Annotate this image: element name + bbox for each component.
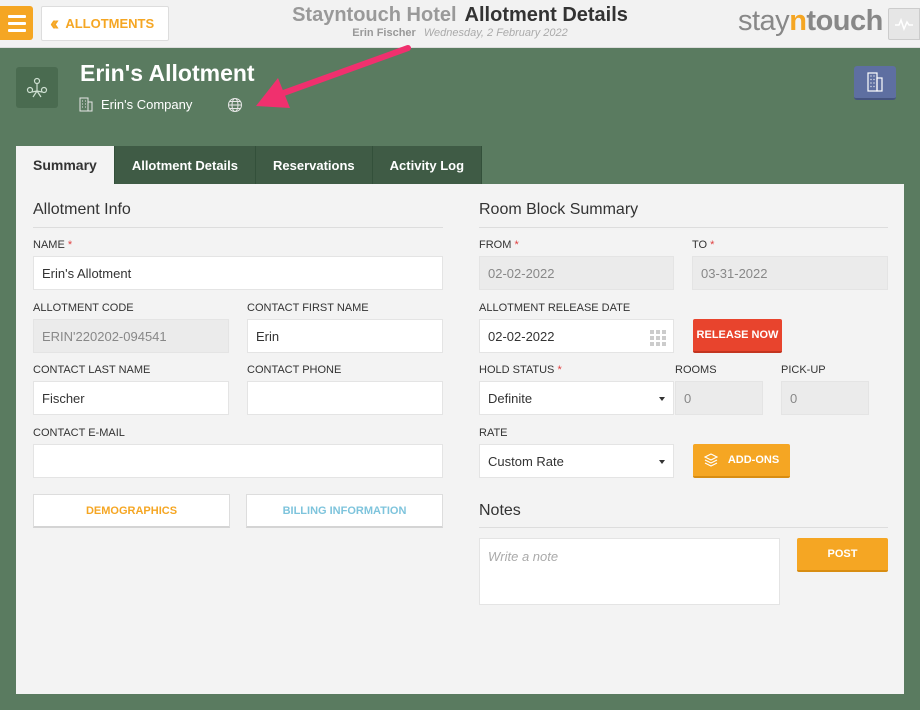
hotel-building-icon [867,72,883,92]
contact-phone-label: CONTACT PHONE [247,364,342,376]
to-label: TO * [692,239,715,251]
hold-status-select[interactable]: Definite [479,381,674,415]
contact-first-name-field[interactable]: Erin [247,319,443,353]
contact-last-name-label: CONTACT LAST NAME [33,364,151,376]
globe-icon[interactable] [227,97,243,113]
billing-information-button[interactable]: BILLING INFORMATION [246,494,443,528]
name-field[interactable]: Erin's Allotment [33,256,443,290]
group-icon [26,77,48,97]
tab-bar: Summary Allotment Details Reservations A… [16,146,483,184]
page-title: Allotment Details [464,4,628,26]
pulse-icon [895,17,913,31]
dropdown-caret-icon [659,397,665,401]
allotment-title: Erin's Allotment [80,60,255,86]
pick-up-field: 0 [781,381,869,415]
company-name: Erin's Company [101,97,193,112]
divider [479,527,888,528]
hotel-name: Stayntouch Hotel [292,4,457,26]
contact-last-name-field[interactable]: Fischer [33,381,229,415]
rate-value: Custom Rate [488,453,564,469]
layers-icon [703,453,718,467]
notes-title: Notes [479,502,521,519]
business-date: Wednesday, 2 February 2022 [423,27,568,39]
rate-label: RATE [479,427,508,439]
tab-activity-log[interactable]: Activity Log [372,146,483,184]
hold-status-label: HOLD STATUS * [479,364,562,376]
summary-panel: Allotment Info NAME * Erin's Allotment A… [16,184,904,694]
top-bar: ‹‹ ALLOTMENTS Stayntouch Hotel Allotment … [0,0,920,48]
double-chevron-left-icon: ‹‹ [50,12,60,35]
demographics-button[interactable]: DEMOGRAPHICS [33,494,230,528]
user-name: Erin Fischer [352,27,416,39]
contact-phone-field[interactable] [247,381,443,415]
hamburger-icon [7,14,26,18]
room-block-summary-title: Room Block Summary [479,201,639,218]
divider [479,227,888,228]
company-link[interactable]: Erin's Company [79,97,192,112]
back-to-allotments-button[interactable]: ‹‹ ALLOTMENTS [41,6,169,41]
allotment-code-label: ALLOTMENT CODE [33,302,134,314]
note-input[interactable]: Write a note [479,538,780,605]
pick-up-label: PICK-UP [781,364,826,376]
contact-first-name-label: CONTACT FIRST NAME [247,302,369,314]
allotment-release-date-label: ALLOTMENT RELEASE DATE [479,302,631,314]
divider [33,227,443,228]
rate-select[interactable]: Custom Rate [479,444,674,478]
dropdown-caret-icon [659,460,665,464]
post-note-button[interactable]: POST [797,538,888,572]
from-label: FROM * [479,239,519,251]
allotment-info-title: Allotment Info [33,201,131,218]
release-date-value: 02-02-2022 [488,328,555,344]
from-date-field: 02-02-2022 [479,256,674,290]
hold-status-value: Definite [488,390,533,406]
stayntouch-logo: stayntouch [738,5,883,37]
contact-email-field[interactable] [33,444,443,478]
annotation-arrow [256,45,411,108]
activity-pulse-button[interactable] [888,8,920,40]
allotment-code-field: ERIN'220202-094541 [33,319,229,353]
to-date-field: 03-31-2022 [692,256,888,290]
page-heading: Stayntouch Hotel Allotment Details Erin F… [250,4,670,39]
menu-button[interactable] [0,6,33,40]
building-icon [79,97,93,112]
rooms-label: ROOMS [675,364,717,376]
calendar-icon[interactable] [650,330,666,346]
release-now-button[interactable]: RELEASE NOW [693,319,782,353]
back-button-label: ALLOTMENTS [65,16,155,31]
rooms-field: 0 [675,381,763,415]
add-ons-button[interactable]: ADD-ONS [693,444,790,478]
group-avatar [16,67,58,108]
name-label: NAME * [33,239,73,251]
hotel-button[interactable] [854,66,896,100]
release-date-field[interactable]: 02-02-2022 [479,319,674,353]
contact-email-label: CONTACT E-MAIL [33,427,125,439]
tab-allotment-details[interactable]: Allotment Details [114,146,256,184]
tab-reservations[interactable]: Reservations [256,146,373,184]
tab-summary[interactable]: Summary [16,146,115,184]
